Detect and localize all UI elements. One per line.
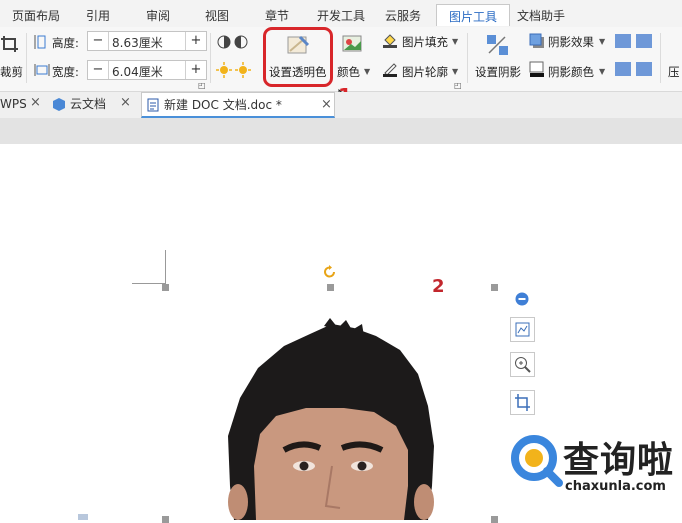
close-icon[interactable]: × [321, 93, 332, 117]
contrast-icon[interactable] [216, 34, 250, 50]
picture-outline-dropdown-arrow[interactable]: ▼ [452, 67, 458, 76]
zoom-preview-button[interactable] [510, 352, 535, 377]
menu-tab-cloud[interactable]: 云服务 [385, 7, 421, 24]
menu-tab-developer[interactable]: 开发工具 [317, 7, 365, 24]
ruler-area [0, 118, 682, 144]
zoom-icon [515, 357, 531, 373]
shadow-effect-dropdown-arrow[interactable]: ▼ [599, 37, 605, 46]
document-icon [147, 98, 159, 112]
menu-tab-doc-assistant[interactable]: 文档助手 [517, 7, 565, 24]
set-shadow-icon[interactable] [486, 34, 510, 56]
picture-dialog-launcher[interactable]: ◰ [454, 81, 462, 90]
tab-cloud-docs[interactable]: 云文档 [70, 92, 106, 118]
collapse-toolbar-icon[interactable] [515, 292, 529, 306]
compress-button[interactable]: 压 [668, 64, 680, 80]
set-shadow-button[interactable]: 设置阴影 [475, 64, 521, 80]
height-icon [34, 35, 46, 49]
picture-fill-icon [383, 34, 397, 48]
width-label: 宽度: [52, 65, 79, 79]
height-label: 高度: [52, 36, 79, 50]
crop-icon[interactable] [0, 34, 22, 54]
tab-wps[interactable]: WPS [0, 92, 27, 118]
brightness-icon[interactable] [216, 62, 252, 78]
crop-icon [515, 394, 530, 411]
page-corner-mark [78, 514, 88, 520]
crop-picture-button[interactable] [510, 390, 535, 415]
menu-tab-view[interactable]: 视图 [205, 7, 229, 24]
magnifier-logo-icon [511, 435, 563, 487]
watermark: 查询啦 chaxunla.com [507, 425, 682, 520]
ribbon-divider [26, 33, 27, 83]
width-field[interactable]: − 6.04厘米 + [87, 60, 207, 80]
margin-marker [132, 283, 166, 284]
height-increase-button[interactable]: + [185, 32, 206, 50]
size-dialog-launcher[interactable]: ◰ [198, 81, 206, 90]
color-icon[interactable] [342, 34, 364, 54]
height-field[interactable]: − 8.63厘米 + [87, 31, 207, 51]
width-icon [34, 64, 50, 76]
color-button[interactable]: 颜色 [337, 64, 360, 80]
ribbon-divider [210, 33, 211, 83]
step-2-annotation: 2 [432, 276, 445, 297]
nudge-shadow-down-icons[interactable] [614, 61, 656, 77]
highlight-box [263, 27, 333, 87]
height-decrease-button[interactable]: − [88, 32, 109, 50]
menu-tab-page-layout[interactable]: 页面布局 [12, 7, 60, 24]
close-icon[interactable]: × [120, 95, 131, 110]
shadow-effect-icon [529, 33, 544, 48]
height-value[interactable]: 8.63厘米 [112, 34, 163, 51]
tab-active-document[interactable]: 新建 DOC 文档.doc * × [141, 92, 335, 118]
picture-outline-icon [383, 63, 397, 77]
document-tab-bar: WPS × 云文档 × 新建 DOC 文档.doc * × [0, 92, 682, 119]
rotate-handle-icon[interactable] [322, 264, 338, 280]
close-icon[interactable]: × [30, 95, 41, 110]
shadow-effect-button[interactable]: 阴影效果 [548, 34, 594, 50]
menu-tab-references[interactable]: 引用 [86, 7, 110, 24]
menu-bar: 页面布局 引用 审阅 视图 章节 开发工具 云服务 图片工具 文档助手 [0, 0, 682, 28]
watermark-domain: chaxunla.com [565, 479, 666, 494]
width-increase-button[interactable]: + [185, 61, 206, 79]
cloud-docs-icon [53, 98, 65, 111]
menu-tab-review[interactable]: 审阅 [146, 7, 170, 24]
watermark-brand: 查询啦 [563, 440, 675, 481]
resize-handle[interactable] [162, 284, 169, 291]
ribbon: 裁剪 高度: − 8.63厘米 + 宽度: − 6.04厘米 + ◰ 设置透明色… [0, 27, 682, 92]
layout-icon [515, 322, 530, 337]
picture-outline-button[interactable]: 图片轮廓 [402, 64, 448, 80]
ribbon-divider [467, 33, 468, 83]
width-value[interactable]: 6.04厘米 [112, 63, 163, 80]
layout-options-button[interactable] [510, 317, 535, 342]
color-dropdown-arrow[interactable]: ▼ [364, 67, 370, 76]
resize-handle[interactable] [327, 284, 334, 291]
ribbon-divider [660, 33, 661, 83]
portrait-photo[interactable] [214, 316, 444, 520]
menu-tab-section[interactable]: 章节 [265, 7, 289, 24]
crop-button[interactable]: 裁剪 [0, 64, 23, 80]
margin-marker [165, 250, 166, 284]
picture-fill-button[interactable]: 图片填充 [402, 34, 448, 50]
picture-fill-dropdown-arrow[interactable]: ▼ [452, 37, 458, 46]
active-document-title: 新建 DOC 文档.doc * [164, 98, 282, 112]
shadow-color-button[interactable]: 阴影颜色 [548, 64, 594, 80]
shadow-color-dropdown-arrow[interactable]: ▼ [599, 67, 605, 76]
nudge-shadow-up-icons[interactable] [614, 33, 656, 49]
menu-tab-picture-tools[interactable]: 图片工具 [436, 4, 511, 26]
width-decrease-button[interactable]: − [88, 61, 109, 79]
resize-handle[interactable] [491, 284, 498, 291]
shadow-color-icon [529, 61, 544, 77]
